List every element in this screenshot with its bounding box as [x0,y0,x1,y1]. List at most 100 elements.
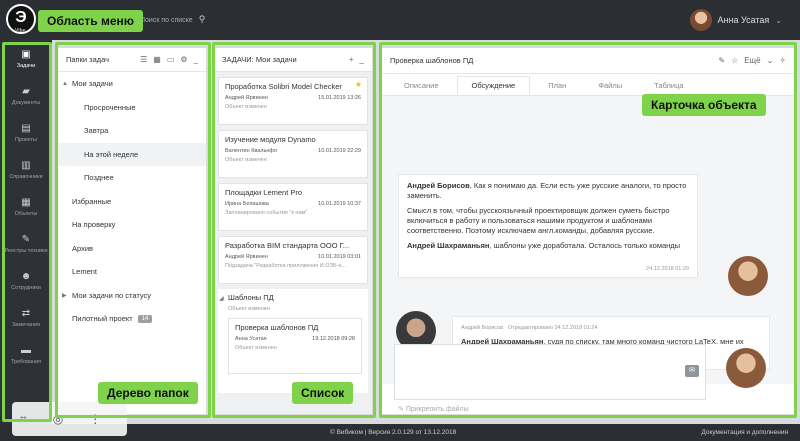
object-tabs: Описание Обсуждение План Файлы Таблица [382,74,794,96]
group-title: Шаблоны ПД [228,293,274,302]
sidebar-item-folder[interactable]: ▰ Документы [0,77,52,114]
star-icon[interactable]: ★ [355,80,362,89]
folder-label: Архив [72,243,94,253]
attach-files-link[interactable]: ✎ Прикрепить файлы [398,405,469,413]
mention[interactable]: Андрей Борисов [407,181,470,190]
sidebar-item-label: Реестры техники [4,247,48,254]
task-title: Изучение модуля Dynamo [225,135,316,144]
sidebar-item-book[interactable]: ▥ Справочники [0,151,52,188]
sidebar-item-label: Проекты [14,136,38,143]
menu-area-label: Область меню [38,10,144,32]
tab-0[interactable]: Описание [390,81,453,95]
pin-icon[interactable]: ✧ [779,56,786,65]
version-info: © Вибиком | Версия 2.0.129 от 13.12.2018 [330,429,457,436]
sidebar-item-label: Требования [10,358,42,365]
task-date: 19.12.2018 09:28 [312,336,355,342]
task-status: Объект изменен [235,345,277,351]
sidebar-item-objects[interactable]: ▦ Объекты [0,188,52,225]
mention[interactable]: Андрей Шахраманьян [407,241,489,250]
discussion-area: Андрей Борисов, Как я понимаю да. Если е… [382,96,794,384]
sidebar-item-tools[interactable]: ✎ Реестры техники [0,225,52,262]
task-status: Объект изменен [225,104,267,110]
folder-item[interactable]: Позднее [58,166,206,190]
projects-icon: ▤ [21,122,31,134]
folder-item[interactable]: ▲ Мои задачи [58,72,206,96]
tasks-icon: ▣ [21,48,31,60]
task-card[interactable]: Площадки Lement Pro Ирина Белашова 10.01.2… [218,183,368,231]
expand-arrow-icon[interactable]: ▶ [62,292,72,299]
more-button[interactable]: Ещё [744,56,760,65]
list-view-icon[interactable]: ☰ [140,55,147,64]
global-search[interactable]: Поиск по списке ⚲ [140,14,205,25]
folder-item[interactable]: Завтра [58,119,206,143]
folder-label: Завтра [84,126,109,136]
collapse-arrow-icon[interactable]: ◢ [219,295,224,302]
folder-item[interactable]: Просроченные [58,96,206,120]
tab-1[interactable]: Обсуждение [456,76,531,95]
lens-icon[interactable]: ◎ [53,412,63,426]
folder-item[interactable]: Архив [58,237,206,261]
task-card[interactable]: Изучение модуля Dynamo Валентин Квальнфо 1… [218,130,368,178]
folder-item[interactable]: На этой неделе [58,142,206,166]
task-list-panel: ЗАДАЧИ: Мои задачи + _ Проработка Solibr… [214,48,372,414]
task-author: Андрей Ярвинен [225,254,268,260]
sidebar-item-label: Объекты [14,210,38,217]
app-logo[interactable]: Э Vibe [6,4,36,34]
task-status: Объект изменен [225,157,267,163]
minimize-icon[interactable]: _ [360,55,364,64]
expand-arrow-icon[interactable]: ▲ [62,81,72,87]
folder-item[interactable]: ▶ Мои задачи по статусу [58,284,206,308]
search-placeholder: Поиск по списке [140,17,193,24]
user-menu[interactable]: Анна Усатая ⌄ [689,9,782,31]
add-icon[interactable]: + [349,55,354,64]
sidebar-item-people[interactable]: ☻ Сотрудники [0,262,52,299]
more-icon[interactable]: ⋮ [89,412,101,426]
folder-label: Пилотный проект [72,314,133,324]
message-text: Смысл в том, чтобы русскоязычный проекти… [407,206,670,235]
list-area-label: Список [292,382,354,404]
task-card[interactable]: Разработка BIM стандарта ООО Г... Андрей … [218,236,368,284]
task-cards: Проработка Solibri Model Checker Андрей Я… [214,77,372,284]
folder-item[interactable]: Lement [58,260,206,284]
edit-icon[interactable]: ✎ [718,56,725,65]
sidebar-item-tasks[interactable]: ▣ Задачи [0,40,52,77]
grid-view-icon[interactable]: ▦ [153,55,161,64]
sidebar-item-label: Замечания [11,321,41,328]
chevron-down-icon[interactable]: ⌄ [767,56,774,65]
folder-item[interactable]: Пилотный проект 14 [58,307,206,331]
avatar [689,9,712,31]
task-title: Площадки Lement Pro [225,188,303,197]
object-card-header: Проверка шаблонов ПД ✎ ☆ Ещё ⌄ ✧ [382,48,794,74]
bookmark-icon[interactable]: ⌗ [20,412,27,427]
comment-input[interactable]: ✉ [394,344,706,400]
tools-icon: ✎ [21,233,31,245]
minimize-icon[interactable]: _ [194,55,198,64]
sidebar-item-projects[interactable]: ▤ Проекты [0,114,52,151]
folder-item[interactable]: На проверку [58,213,206,237]
task-group[interactable]: ◢ Шаблоны ПД Объект изменен Проверка шаб… [218,289,368,393]
tab-3[interactable]: Файлы [584,81,636,95]
search-icon[interactable]: ⚲ [199,14,206,25]
sidebar-item-requirements[interactable]: ▬ Требования [0,336,52,373]
folder-item[interactable]: Избранные [58,190,206,214]
task-list-title: ЗАДАЧИ: Мои задачи [222,55,297,64]
task-title: Разработка BIM стандарта ООО Г... [225,241,350,250]
message-timestamp: 24.12.2018 01:29 [646,266,689,272]
task-card[interactable]: Проверка шаблонов ПД Анна Усатая 19.12.20… [228,318,362,374]
task-date: 10.01.2019 10:37 [318,201,361,207]
send-icon[interactable]: ✉ [685,365,699,377]
gear-icon[interactable]: ⚙ [180,55,187,64]
calendar-icon[interactable]: ▭ [167,55,175,64]
tab-4[interactable]: Таблица [640,81,697,95]
tab-2[interactable]: План [534,81,580,95]
folder-tree-panel: Папки задач ☰ ▦ ▭ ⚙ _ ▲ Мои задачи Просроч… [58,48,206,414]
folder-tree-header: Папки задач ☰ ▦ ▭ ⚙ _ [58,48,206,72]
folder-label: Избранные [72,196,112,206]
sidebar-item-label: Задачи [16,62,36,69]
star-icon[interactable]: ☆ [731,56,738,65]
task-card[interactable]: Проработка Solibri Model Checker Андрей Я… [218,77,368,125]
docs-link[interactable]: Документация и дополнения [701,429,788,436]
task-title: Проработка Solibri Model Checker [225,82,342,91]
sidebar-item-remarks[interactable]: ⇄ Замечания [0,299,52,336]
remarks-icon: ⇄ [21,307,31,319]
